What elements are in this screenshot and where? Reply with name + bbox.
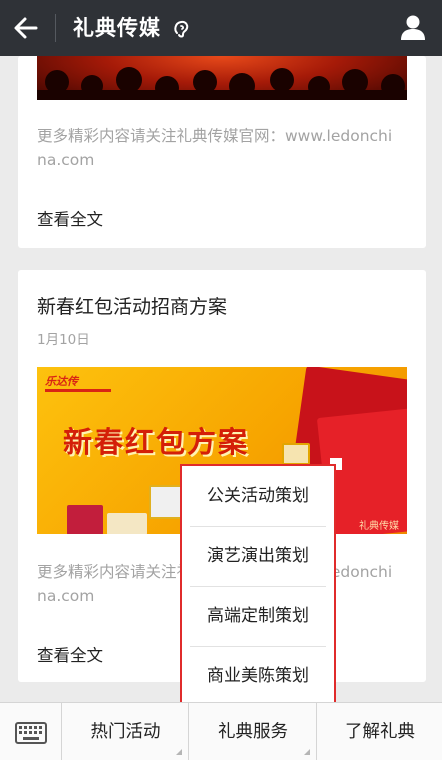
gift-box xyxy=(149,485,183,519)
person-icon xyxy=(401,15,425,40)
submenu-indicator-icon xyxy=(176,749,182,755)
article-cover-image xyxy=(37,56,407,100)
verified-ear-icon xyxy=(172,18,192,38)
gift-box xyxy=(282,443,310,465)
menu-tab-label: 了解礼典 xyxy=(345,722,415,742)
top-bar: 礼典传媒 xyxy=(0,0,442,56)
bottom-menu-bar: 热门活动 礼典服务 了解礼典 xyxy=(0,702,442,760)
arrow-left-icon xyxy=(14,17,38,39)
gift-box xyxy=(67,505,103,534)
image-logo-underline xyxy=(45,389,111,392)
image-watermark: 礼典传媒 xyxy=(359,521,399,532)
keyboard-icon xyxy=(15,722,47,744)
article-date: 1月10日 xyxy=(37,332,90,348)
read-full-article-link[interactable]: 查看全文 xyxy=(37,642,103,666)
article-title[interactable]: 新春红包活动招商方案 xyxy=(37,292,227,319)
page-title: 礼典传媒 xyxy=(73,16,161,40)
image-logo: 乐达传 xyxy=(45,375,78,388)
read-full-article-link[interactable]: 查看全文 xyxy=(37,206,103,230)
keyboard-toggle-button[interactable] xyxy=(0,703,62,760)
back-button[interactable] xyxy=(6,8,46,48)
article-card[interactable]: 更多精彩内容请关注礼典传媒官网：www.ledonchina.com 查看全文 xyxy=(18,56,426,248)
submenu-item-commercial-display[interactable]: 商业美陈策划 xyxy=(182,646,334,706)
submenu-item-pr-events[interactable]: 公关活动策划 xyxy=(182,466,334,526)
submenu-item-custom-planning[interactable]: 高端定制策划 xyxy=(182,586,334,646)
menu-tab-label: 礼典服务 xyxy=(218,722,288,742)
menu-tab-about[interactable]: 了解礼典 xyxy=(318,703,442,760)
article-summary: 更多精彩内容请关注礼典传媒官网：www.ledonchina.com xyxy=(37,127,393,169)
profile-button[interactable] xyxy=(398,12,428,42)
menu-tab-label: 热门活动 xyxy=(90,722,161,742)
menu-tab-services[interactable]: 礼典服务 xyxy=(190,703,317,760)
submenu-item-performances[interactable]: 演艺演出策划 xyxy=(182,526,334,586)
gift-box xyxy=(107,513,147,534)
submenu-indicator-icon xyxy=(304,749,310,755)
header-divider xyxy=(55,14,56,42)
image-headline: 新春红包方案 xyxy=(63,425,250,459)
menu-tab-hot-events[interactable]: 热门活动 xyxy=(63,703,189,760)
